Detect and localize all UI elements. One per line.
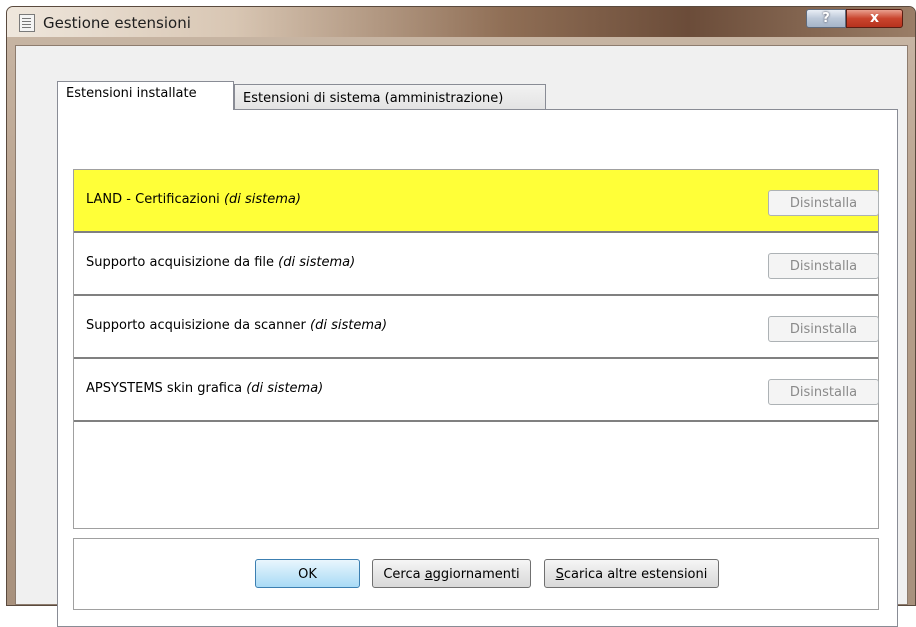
updates-label-pre: Cerca [383,567,425,582]
window-title: Gestione estensioni [43,14,191,32]
extension-row[interactable]: Supporto acquisizione da file (di sistem… [74,233,879,296]
updates-label-accel: a [424,567,433,582]
more-label-post: carica altre estensioni [563,567,708,582]
tab-panel: LAND - Certificazioni (di sistema) Disin… [57,109,898,627]
extension-name: Supporto acquisizione da scanner (di sis… [86,318,387,333]
dialog-client-area: Estensioni installate Estensioni di sist… [15,45,908,627]
app-document-icon [19,14,35,32]
extension-title: Supporto acquisizione da file [86,255,274,270]
close-button[interactable]: x [846,9,903,28]
extension-name: APSYSTEMS skin grafica (di sistema) [86,381,323,396]
extension-tag: (di sistema) [246,381,324,396]
extension-row[interactable]: LAND - Certificazioni (di sistema) Disin… [74,170,879,233]
extension-tag: (di sistema) [310,318,388,333]
close-icon: x [869,10,880,26]
more-label-accel: S [555,567,564,582]
extension-row[interactable]: Supporto acquisizione da scanner (di sis… [74,296,879,359]
extension-name: LAND - Certificazioni (di sistema) [86,192,301,207]
dialog-window: Gestione estensioni ? x Estensioni insta… [6,6,916,627]
title-bar[interactable]: Gestione estensioni ? x [7,7,915,37]
extension-title: APSYSTEMS skin grafica [86,381,243,396]
check-updates-button[interactable]: Cerca aggiornamenti [372,559,531,588]
download-more-extensions-button[interactable]: Scarica altre estensioni [544,559,719,588]
tab-system-extensions[interactable]: Estensioni di sistema (amministrazione) [234,84,546,109]
extension-tag: (di sistema) [223,192,301,207]
updates-label-post: ggiornamenti [432,567,520,582]
extension-list: LAND - Certificazioni (di sistema) Disin… [73,169,879,529]
uninstall-button[interactable]: Disinstalla [768,190,879,216]
extension-name: Supporto acquisizione da file (di sistem… [86,255,355,270]
tab-installed-extensions[interactable]: Estensioni installate [57,81,234,110]
uninstall-button[interactable]: Disinstalla [768,253,879,279]
extension-title: Supporto acquisizione da scanner [86,318,306,333]
uninstall-button[interactable]: Disinstalla [768,379,879,405]
extension-title: LAND - Certificazioni [86,192,220,207]
extension-row[interactable]: APSYSTEMS skin grafica (di sistema) Disi… [74,359,879,422]
button-bar: OK Cerca aggiornamenti Scarica altre est… [73,538,879,610]
ok-button[interactable]: OK [255,559,360,588]
uninstall-button[interactable]: Disinstalla [768,316,879,342]
help-button[interactable]: ? [806,9,846,28]
extension-tag: (di sistema) [278,255,356,270]
